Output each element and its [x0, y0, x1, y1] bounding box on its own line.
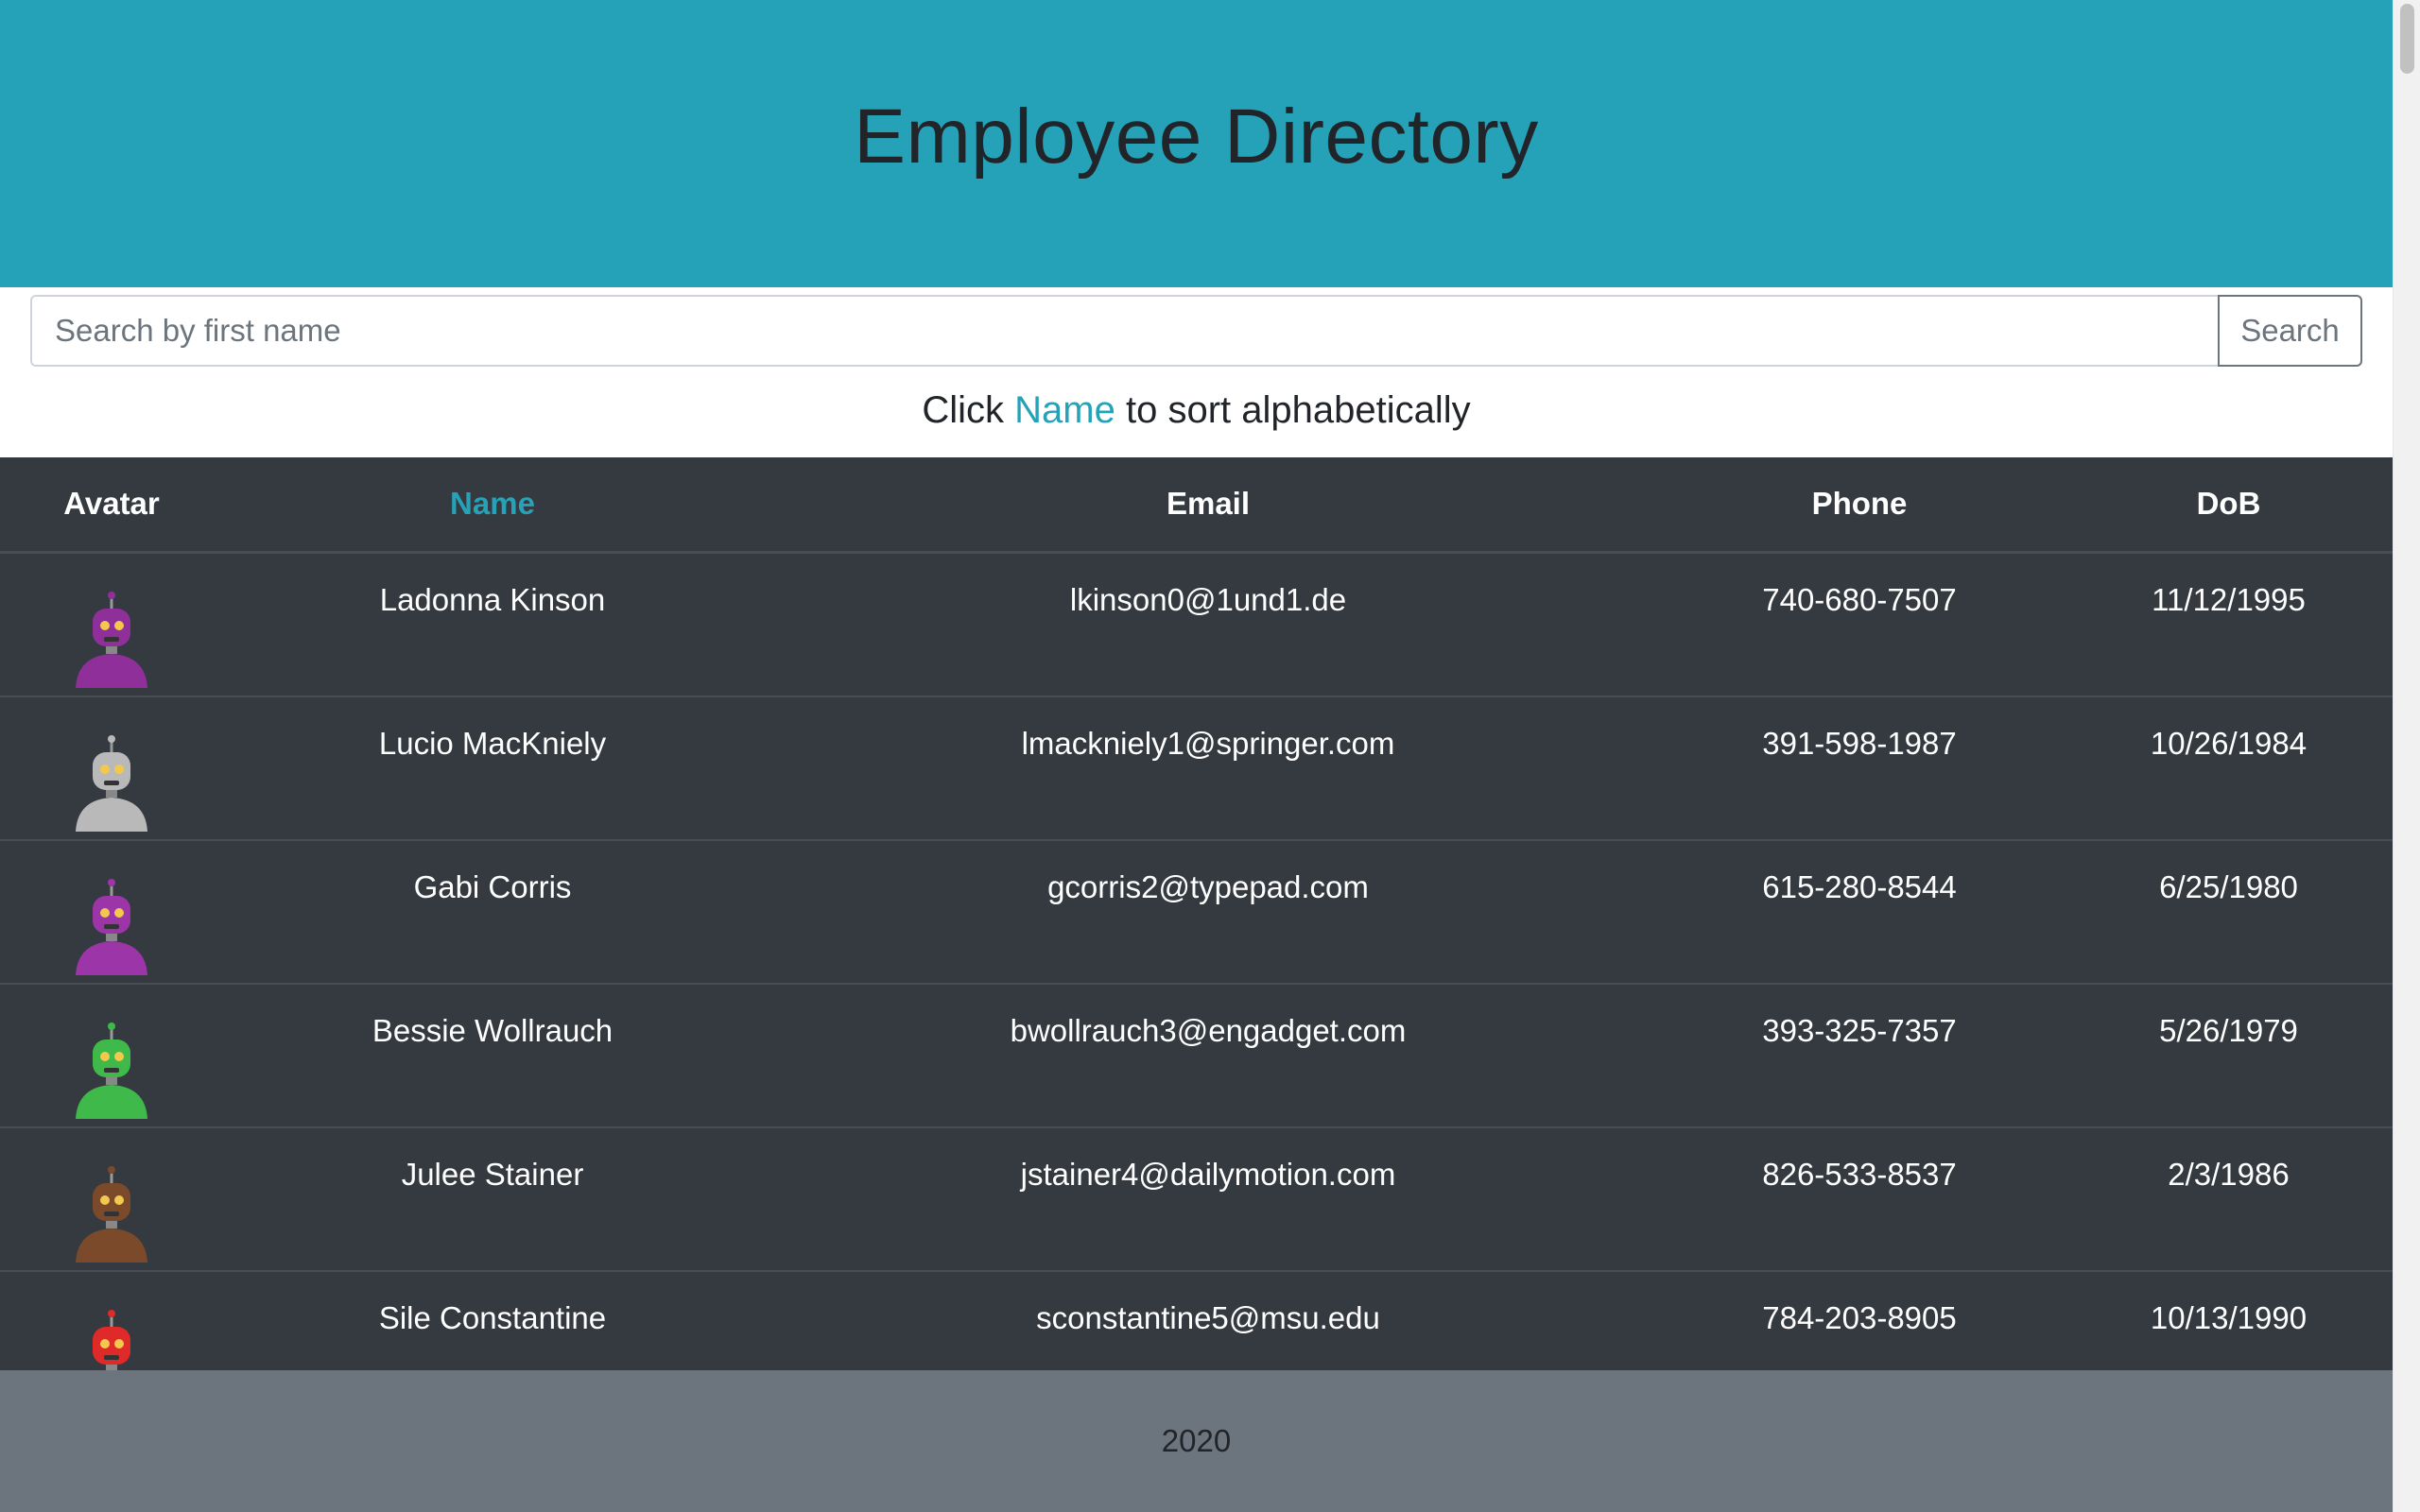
employee-table: Avatar Name Email Phone DoB Ladonna Kins…: [0, 457, 2393, 1370]
employee-email: lkinson0@1und1.de: [1069, 581, 1347, 617]
employee-phone: 740-680-7507: [1762, 581, 1957, 617]
employee-name: Bessie Wollrauch: [223, 982, 762, 1127]
employee-dob: 10/13/1990: [2065, 1269, 2393, 1370]
employee-name: Lucio MacKniely: [223, 695, 762, 840]
employee-phone: 615-280-8544: [1654, 838, 2065, 984]
employee-dob: 5/26/1979: [2065, 982, 2393, 1127]
column-header-avatar: Avatar: [0, 457, 223, 554]
employee-name: Julee Stainer: [223, 1125, 762, 1271]
column-header-phone: Phone: [1654, 457, 2065, 554]
page-header: Employee Directory: [0, 0, 2393, 287]
avatar-cell: [0, 552, 223, 696]
employee-email: gcorris2@typepad.com: [762, 838, 1654, 984]
page-title: Employee Directory: [854, 94, 1539, 180]
table-row: Lucio MacKniely lmackniely1@springer.com 3…: [0, 695, 2393, 840]
employee-name: Ladonna Kinson: [379, 581, 606, 617]
employee-dob: 10/26/1984: [2065, 695, 2393, 840]
sort-hint-name-link[interactable]: Name: [1014, 389, 1115, 431]
footer-year: 2020: [1161, 1423, 1232, 1458]
employee-name: Sile Constantine: [223, 1269, 762, 1370]
robot-avatar-icon: [62, 590, 161, 688]
table-row: Sile Constantine sconstantine5@msu.edu 784…: [0, 1269, 2393, 1370]
employee-email: jstainer4@dailymotion.com: [762, 1125, 1654, 1271]
column-header-dob: DoB: [2065, 457, 2393, 554]
robot-avatar-icon: [62, 877, 161, 975]
employee-phone: 391-598-1987: [1654, 695, 2065, 840]
column-header-name-sort[interactable]: Name: [223, 457, 762, 554]
employee-email: lmackniely1@springer.com: [762, 695, 1654, 840]
employee-phone: 784-203-8905: [1654, 1269, 2065, 1370]
table-row: Ladonna Kinson lkinson0@1und1.de 740-680-7…: [0, 552, 2393, 696]
table-row: Bessie Wollrauch bwollrauch3@engadget.com…: [0, 982, 2393, 1127]
employee-dob: 2/3/1986: [2065, 1125, 2393, 1271]
avatar-cell: [0, 1269, 223, 1370]
table-body: Ladonna Kinson lkinson0@1und1.de 740-680-7…: [0, 552, 2393, 1370]
robot-avatar-icon: [62, 733, 161, 832]
search-input[interactable]: [30, 295, 2218, 367]
avatar-cell: [0, 695, 223, 840]
employee-dob: 6/25/1980: [2065, 838, 2393, 984]
page-scrollbar[interactable]: [2393, 0, 2420, 1512]
employee-dob: 11/12/1995: [2152, 581, 2306, 617]
employee-email: sconstantine5@msu.edu: [762, 1269, 1654, 1370]
sort-hint-suffix: to sort alphabetically: [1125, 389, 1471, 431]
table-row: Julee Stainer jstainer4@dailymotion.com 82…: [0, 1125, 2393, 1271]
avatar-cell: [0, 1125, 223, 1271]
column-header-email: Email: [762, 457, 1654, 554]
page-footer: 2020: [0, 1370, 2393, 1512]
avatar-cell: [0, 838, 223, 984]
sort-hint: Click Name to sort alphabetically: [0, 389, 2393, 432]
table-row: Gabi Corris gcorris2@typepad.com 615-280-8…: [0, 838, 2393, 984]
robot-avatar-icon: [62, 1308, 161, 1370]
employee-email: bwollrauch3@engadget.com: [762, 982, 1654, 1127]
robot-avatar-icon: [62, 1164, 161, 1263]
employee-phone: 393-325-7357: [1654, 982, 2065, 1127]
robot-avatar-icon: [62, 1021, 161, 1119]
employee-phone: 826-533-8537: [1654, 1125, 2065, 1271]
search-button[interactable]: Search: [2218, 295, 2362, 367]
employee-table-container[interactable]: Avatar Name Email Phone DoB Ladonna Kins…: [0, 457, 2393, 1370]
page: Employee Directory Search Click Name to …: [0, 0, 2393, 1512]
search-bar: Search: [30, 295, 2362, 367]
avatar-cell: [0, 982, 223, 1127]
sort-hint-prefix: Click: [922, 389, 1005, 431]
table-header: Avatar Name Email Phone DoB: [0, 457, 2393, 554]
scrollbar-thumb[interactable]: [2400, 4, 2414, 74]
employee-name: Gabi Corris: [223, 838, 762, 984]
